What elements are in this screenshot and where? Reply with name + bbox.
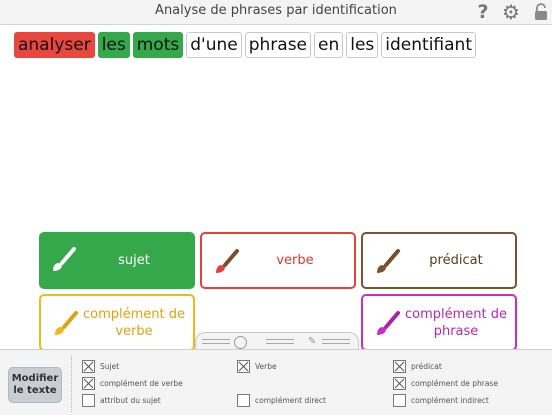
category-label: sujet	[118, 253, 150, 268]
option-complement-direct[interactable]: complément direct	[237, 394, 326, 407]
category-label: verbe	[276, 253, 314, 268]
category-sujet-button[interactable]: sujet	[39, 232, 195, 289]
paintbrush-icon	[377, 311, 400, 335]
paintbrush-icon	[53, 247, 76, 271]
title-bar: Analyse de phrases par identification ? …	[0, 0, 552, 25]
word-token[interactable]: phrase	[244, 32, 312, 58]
category-label: complément de phrase	[404, 306, 507, 339]
option-label: complément indirect	[411, 396, 489, 405]
option-label: prédicat	[411, 362, 442, 371]
checkbox[interactable]	[82, 394, 95, 407]
word-token[interactable]: en	[314, 32, 344, 58]
word-token[interactable]: les	[346, 32, 379, 58]
paintbrush-icon	[216, 249, 239, 273]
checkbox[interactable]	[393, 360, 406, 373]
circle-icon	[234, 336, 247, 349]
checkbox[interactable]	[82, 360, 95, 373]
option-verbe[interactable]: Verbe	[237, 360, 277, 373]
paintbrush-icon	[55, 311, 78, 335]
checkbox[interactable]	[393, 377, 406, 390]
option-label: complément de phrase	[411, 379, 498, 388]
option-label: complément direct	[255, 396, 326, 405]
checkbox[interactable]	[237, 394, 250, 407]
category-complement-verbe-button[interactable]: complément de verbe	[39, 294, 195, 351]
option-attribut-sujet[interactable]: attribut du sujet	[82, 394, 161, 407]
checkbox[interactable]	[393, 394, 406, 407]
app-title: Analyse de phrases par identification	[155, 3, 397, 18]
padlock-icon[interactable]	[530, 1, 552, 23]
panel-divider	[71, 356, 72, 412]
checkbox[interactable]	[82, 377, 95, 390]
eraser-icon: ✎	[308, 336, 317, 347]
option-complement-verbe[interactable]: complément de verbe	[82, 377, 183, 390]
category-predicat-button[interactable]: prédicat	[361, 232, 517, 289]
option-predicat[interactable]: prédicat	[393, 360, 442, 373]
option-label: attribut du sujet	[100, 396, 161, 405]
category-label: prédicat	[429, 253, 483, 268]
word-token[interactable]: mots	[132, 32, 184, 58]
help-button[interactable]: ?	[472, 1, 494, 23]
option-label: Verbe	[255, 362, 277, 371]
checkbox[interactable]	[237, 360, 250, 373]
option-sujet[interactable]: Sujet	[82, 360, 119, 373]
word-token[interactable]: d'une	[186, 32, 242, 58]
word-token[interactable]: identifiant	[381, 32, 476, 58]
paintbrush-icon	[377, 249, 400, 273]
option-label: Sujet	[100, 362, 120, 371]
category-complement-phrase-button[interactable]: complément de phrase	[361, 294, 517, 351]
category-label: complément de verbe	[82, 306, 185, 339]
option-label: complément de verbe	[100, 379, 183, 388]
category-verbe-button[interactable]: verbe	[200, 232, 356, 289]
word-token[interactable]: analyser	[14, 32, 95, 58]
option-complement-phrase[interactable]: complément de phrase	[393, 377, 498, 390]
settings-panel: Modifier le texte Sujet complément de ve…	[0, 349, 552, 415]
gear-icon[interactable]: ⚙	[500, 0, 522, 24]
word-token[interactable]: les	[97, 32, 130, 58]
sentence-words: analyser les mots d'une phrase en les id…	[14, 32, 476, 58]
modifier-texte-button[interactable]: Modifier le texte	[8, 367, 62, 403]
option-complement-indirect[interactable]: complément indirect	[393, 394, 489, 407]
